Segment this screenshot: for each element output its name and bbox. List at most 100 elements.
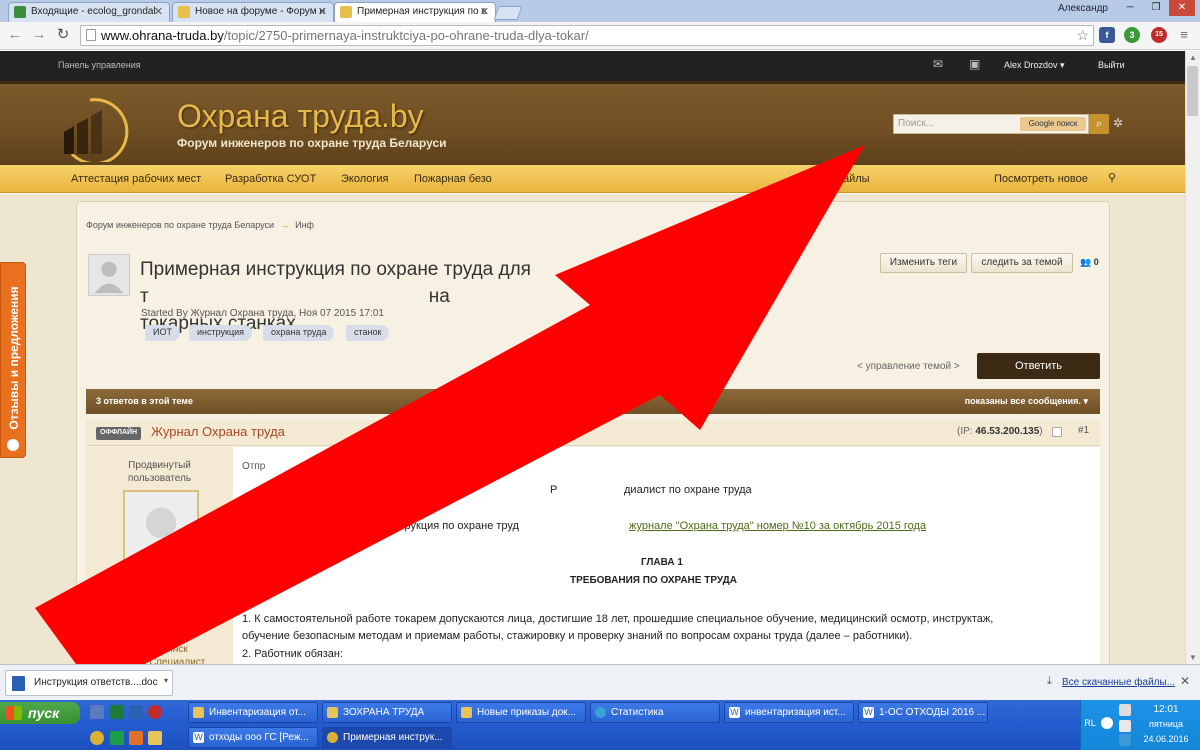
follow-topic-button[interactable]: следить за темой — [971, 253, 1073, 273]
menu-item-files[interactable]: айлы — [843, 173, 870, 185]
reply-button[interactable]: Ответить — [977, 353, 1100, 379]
tag-labor-safety[interactable]: охрана труда — [263, 325, 335, 341]
extension-counter-icon[interactable]: 3 — [1124, 27, 1140, 43]
tray-app-icon[interactable] — [1119, 704, 1131, 716]
taskbar-item-inventory[interactable]: Инвентаризация от... — [188, 702, 318, 723]
gear-icon[interactable]: ✲ — [1113, 116, 1123, 130]
start-button[interactable]: пуск — [0, 702, 80, 724]
back-icon[interactable]: ← — [6, 26, 24, 44]
menu-item-new-content[interactable]: Посмотреть новое — [994, 173, 1088, 185]
edit-tags-button[interactable]: Изменить теги — [880, 253, 967, 273]
forum-user-bar: Панель управления ✉ ▣ Alex Drozdov ▾ Вый… — [0, 51, 1185, 81]
select-post-checkbox[interactable] — [1052, 427, 1062, 437]
scrollbar-thumb[interactable] — [1187, 66, 1198, 116]
new-tab-button[interactable] — [493, 6, 523, 20]
paragraph-1-line1: 1. К самостоятельной работе токарем допу… — [242, 613, 994, 625]
post-author-link[interactable]: Журнал Охрана труда — [151, 424, 285, 439]
search-icon[interactable]: ⌕ — [1089, 114, 1109, 134]
tray-app-icon[interactable] — [1119, 734, 1131, 746]
main-menu: Аттестация рабочих мест Разработка СУОТ … — [0, 165, 1185, 193]
tab-forum-new[interactable]: Новое на форуме - Форум и ✕ — [172, 2, 334, 22]
show-desktop-icon[interactable] — [90, 705, 104, 719]
tab-instruction[interactable]: Примерная инструкция по с ✕ — [334, 2, 496, 23]
excel-icon[interactable] — [110, 705, 124, 719]
chevron-down-icon[interactable]: ▾ — [164, 676, 168, 685]
chrome-icon[interactable] — [90, 731, 104, 745]
taskbar-item-orders[interactable]: Новые приказы док... — [456, 702, 586, 723]
post-role: диалист по охране труда — [624, 484, 752, 496]
browser-user-name[interactable]: Александр — [1058, 3, 1108, 14]
ip-value[interactable]: 46.53.200.135 — [975, 426, 1039, 437]
facebook-icon[interactable]: f — [1099, 27, 1115, 43]
taskbar-item-inventory-doc[interactable]: Wинвентаризация ист... — [724, 702, 854, 723]
close-downloads-icon[interactable]: ✕ — [1180, 674, 1190, 688]
logout-link[interactable]: Выйти — [1098, 60, 1125, 70]
close-tab-icon[interactable]: ✕ — [480, 5, 489, 18]
site-title[interactable]: Охрана труда.by — [177, 98, 424, 135]
close-tab-icon[interactable]: ✕ — [318, 5, 327, 18]
word-icon: W — [729, 707, 740, 718]
tab-inbox[interactable]: Входящие - ecolog_grondal ✕ — [8, 2, 170, 22]
address-bar[interactable]: www.ohrana-truda.by/topic/2750-primernay… — [80, 25, 1094, 46]
taskbar-item-statistics[interactable]: Статистика — [590, 702, 720, 723]
menu-item-ecology[interactable]: Экология — [341, 173, 389, 185]
tray-app-icon[interactable] — [1119, 720, 1131, 732]
menu-icon[interactable]: ≡ — [1176, 27, 1192, 43]
clock-time[interactable]: 12:01 — [1136, 704, 1196, 715]
close-window-icon[interactable]: ✕ — [1169, 0, 1195, 16]
tag-machine[interactable]: станок — [346, 325, 390, 341]
taskbar-item-chrome-instruction[interactable]: Примерная инструк... — [322, 727, 452, 748]
vertical-scrollbar[interactable]: ▲ ▼ — [1185, 51, 1200, 664]
breadcrumb-current[interactable]: Инф — [295, 220, 314, 230]
scroll-up-icon[interactable]: ▲ — [1189, 53, 1197, 62]
tag-instruction[interactable]: инструкция — [189, 325, 253, 341]
menu-item-fire-safety[interactable]: Пожарная безо — [414, 173, 492, 185]
reload-icon[interactable]: ↻ — [54, 26, 72, 44]
all-downloads-link[interactable]: Все скачанные файлы... — [1062, 677, 1175, 688]
paragraph-1-line2: обучение безопасным методам и приемам ра… — [242, 630, 913, 642]
post-filter[interactable]: показаны все сообщения. ▾ — [965, 396, 1088, 407]
scroll-down-icon[interactable]: ▼ — [1189, 653, 1197, 662]
feedback-tab[interactable]: Отзывы и предложения — [0, 262, 26, 458]
browser-toolbar: ← → ↻ www.ohrana-truda.by/topic/2750-pri… — [0, 22, 1200, 50]
topic-author-avatar[interactable] — [88, 254, 130, 296]
control-panel-link[interactable]: Панель управления — [58, 60, 141, 70]
opera-icon[interactable] — [148, 705, 162, 719]
author-avatar[interactable] — [123, 490, 199, 580]
users-icon: 👥 — [1080, 257, 1092, 267]
author-rank: Продвинутый — [128, 460, 191, 471]
manage-topic-link[interactable]: < управление темой > — [857, 361, 960, 372]
map-pin-icon[interactable]: ⚲ — [1108, 171, 1116, 184]
folder-icon[interactable] — [148, 731, 162, 745]
word-icon[interactable] — [129, 705, 143, 719]
adblock-icon[interactable]: 15 — [1151, 27, 1167, 43]
followers[interactable]: 👥 0 — [1080, 257, 1099, 268]
bookmark-star-icon[interactable]: ☆ — [1076, 27, 1089, 44]
tag-iot[interactable]: ИОТ — [145, 325, 180, 341]
menu-item-suot[interactable]: Разработка СУОТ — [225, 173, 316, 185]
download-item[interactable]: Инструкция ответств....doc ▾ — [5, 670, 173, 696]
maximize-icon[interactable]: ❐ — [1143, 0, 1169, 16]
google-search-toggle[interactable]: Google поиск — [1020, 117, 1086, 131]
logo-icon[interactable] — [60, 92, 140, 162]
taskbar-item-labor-safety[interactable]: ЗОХРАНА ТРУДА — [322, 702, 452, 723]
post-number-link[interactable]: #1 — [1078, 425, 1089, 436]
taskbar-label: инвентаризация ист... — [745, 707, 846, 718]
breadcrumb-root[interactable]: Форум инженеров по охране труда Беларуси — [86, 220, 274, 230]
close-tab-icon[interactable]: ✕ — [154, 5, 163, 18]
journal-link[interactable]: журнале "Охрана труда" номер №10 за октя… — [629, 520, 926, 532]
network-icon[interactable] — [1101, 717, 1113, 729]
taskbar-item-waste-report[interactable]: W 1-ОС ОТХОДЫ 2016 ... — [858, 702, 988, 723]
menu-item-attestation[interactable]: Аттестация рабочих мест — [71, 173, 201, 185]
profile-icon[interactable]: ▣ — [969, 57, 980, 71]
messages-icon[interactable]: ✉ — [933, 57, 943, 71]
app-icon[interactable] — [110, 731, 124, 745]
minimize-icon[interactable]: ─ — [1117, 0, 1143, 16]
taskbar-item-waste-doc[interactable]: Wотходы ооо ГС [Реж... — [188, 727, 318, 748]
media-icon[interactable] — [129, 731, 143, 745]
tab-label: Новое на форуме - Форум и — [195, 6, 325, 17]
post-filter-label: показаны все сообщения. — [964, 396, 1081, 406]
user-menu[interactable]: Alex Drozdov ▾ — [1004, 60, 1065, 71]
post-role-prefix: Р — [550, 484, 558, 496]
forward-icon[interactable]: → — [30, 26, 48, 44]
